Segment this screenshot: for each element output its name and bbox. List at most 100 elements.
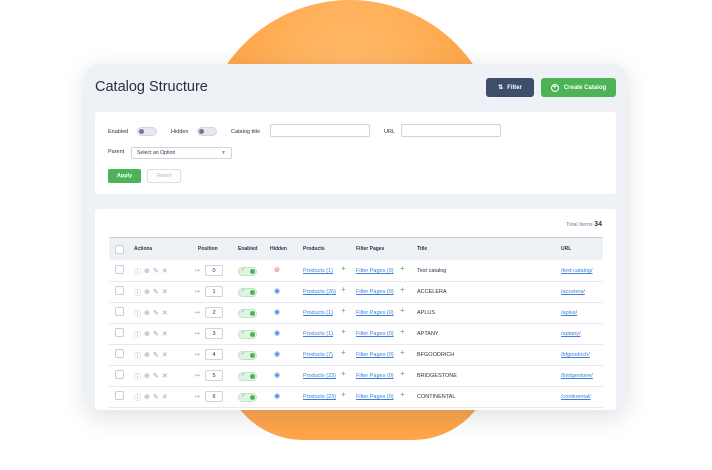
eye-icon[interactable]: ◉ [274, 287, 280, 295]
row-url-link[interactable]: /bridgestone/ [561, 373, 593, 379]
plus-icon[interactable]: + [400, 390, 405, 399]
plus-icon[interactable]: + [341, 327, 346, 336]
eye-icon[interactable]: ◉ [274, 329, 280, 337]
edit-icon[interactable]: ✎ [153, 393, 159, 403]
eye-off-icon[interactable]: ⊘ [274, 266, 280, 274]
edit-icon[interactable]: ✎ [153, 267, 159, 277]
close-icon[interactable]: ✕ [162, 267, 168, 277]
position-input[interactable]: 4 [205, 349, 223, 360]
reset-button[interactable]: Reset [147, 169, 181, 183]
zoom-icon[interactable]: ⊕ [144, 393, 150, 403]
info-icon[interactable]: ⓘ [134, 330, 141, 340]
row-url-link[interactable]: /bfgoodrich/ [561, 352, 590, 358]
info-icon[interactable]: ⓘ [134, 309, 141, 319]
info-icon[interactable]: ⓘ [134, 372, 141, 382]
plus-icon[interactable]: + [400, 264, 405, 273]
close-icon[interactable]: ✕ [162, 393, 168, 403]
filter-pages-link[interactable]: Filter Pages (0) [356, 394, 394, 400]
row-url-link[interactable]: /aptany/ [561, 331, 581, 337]
position-input[interactable]: 5 [205, 370, 223, 381]
enabled-toggle[interactable]: ✓ [238, 351, 257, 360]
products-link[interactable]: Products (1) [303, 331, 333, 337]
enabled-toggle[interactable]: ✓ [238, 309, 257, 318]
parent-select[interactable]: Select an Option ▼ [131, 147, 232, 159]
products-link[interactable]: Products (26) [303, 289, 336, 295]
zoom-icon[interactable]: ⊕ [144, 288, 150, 298]
plus-icon[interactable]: + [341, 390, 346, 399]
plus-icon[interactable]: + [400, 348, 405, 357]
position-input[interactable]: 6 [205, 391, 223, 402]
row-url-link[interactable]: /aplus/ [561, 310, 577, 316]
zoom-icon[interactable]: ⊕ [144, 330, 150, 340]
info-icon[interactable]: ⓘ [134, 393, 141, 403]
filter-pages-link[interactable]: Filter Pages (0) [356, 373, 394, 379]
edit-icon[interactable]: ✎ [153, 288, 159, 298]
position-input[interactable]: 2 [205, 307, 223, 318]
info-icon[interactable]: ⓘ [134, 267, 141, 277]
row-checkbox[interactable] [115, 370, 124, 379]
zoom-icon[interactable]: ⊕ [144, 267, 150, 277]
row-url-link[interactable]: /accelera/ [561, 289, 585, 295]
eye-icon[interactable]: ◉ [274, 308, 280, 316]
products-link[interactable]: Products (23) [303, 373, 336, 379]
hidden-filter-toggle[interactable] [197, 127, 217, 136]
row-checkbox[interactable] [115, 328, 124, 337]
products-link[interactable]: Products (7) [303, 352, 333, 358]
eye-icon[interactable]: ◉ [274, 371, 280, 379]
edit-icon[interactable]: ✎ [153, 309, 159, 319]
products-link[interactable]: Products (23) [303, 394, 336, 400]
plus-icon[interactable]: + [341, 369, 346, 378]
eye-icon[interactable]: ◉ [274, 392, 280, 400]
enabled-toggle[interactable]: ✓ [238, 330, 257, 339]
plus-icon[interactable]: + [400, 306, 405, 315]
row-url-link[interactable]: /test-catalog/ [561, 268, 593, 274]
row-checkbox[interactable] [115, 349, 124, 358]
plus-icon[interactable]: + [400, 327, 405, 336]
apply-button[interactable]: Apply [108, 169, 141, 183]
row-url-link[interactable]: /continental/ [561, 394, 591, 400]
enabled-filter-toggle[interactable] [137, 127, 157, 136]
row-checkbox[interactable] [115, 265, 124, 274]
plus-icon[interactable]: + [400, 285, 405, 294]
edit-icon[interactable]: ✎ [153, 330, 159, 340]
zoom-icon[interactable]: ⊕ [144, 372, 150, 382]
catalog-title-input[interactable] [270, 124, 370, 137]
filter-pages-link[interactable]: Filter Pages (0) [356, 268, 394, 274]
url-filter-input[interactable] [401, 124, 501, 137]
filter-pages-link[interactable]: Filter Pages (0) [356, 289, 394, 295]
filter-pages-link[interactable]: Filter Pages (0) [356, 352, 394, 358]
row-checkbox[interactable] [115, 391, 124, 400]
close-icon[interactable]: ✕ [162, 330, 168, 340]
info-icon[interactable]: ⓘ [134, 351, 141, 361]
enabled-toggle[interactable]: ✓ [238, 372, 257, 381]
eye-icon[interactable]: ◉ [274, 350, 280, 358]
plus-icon[interactable]: + [341, 348, 346, 357]
close-icon[interactable]: ✕ [162, 372, 168, 382]
position-input[interactable]: 3 [205, 328, 223, 339]
plus-icon[interactable]: + [341, 285, 346, 294]
edit-icon[interactable]: ✎ [153, 351, 159, 361]
products-link[interactable]: Products (1) [303, 268, 333, 274]
enabled-toggle[interactable]: ✓ [238, 267, 257, 276]
close-icon[interactable]: ✕ [162, 309, 168, 319]
row-checkbox[interactable] [115, 307, 124, 316]
position-input[interactable]: 0 [205, 265, 223, 276]
edit-icon[interactable]: ✎ [153, 372, 159, 382]
plus-icon[interactable]: + [341, 264, 346, 273]
position-input[interactable]: 1 [205, 286, 223, 297]
info-icon[interactable]: ⓘ [134, 288, 141, 298]
products-link[interactable]: Products (1) [303, 310, 333, 316]
enabled-toggle[interactable]: ✓ [238, 288, 257, 297]
filter-pages-link[interactable]: Filter Pages (0) [356, 331, 394, 337]
close-icon[interactable]: ✕ [162, 351, 168, 361]
row-checkbox[interactable] [115, 286, 124, 295]
close-icon[interactable]: ✕ [162, 288, 168, 298]
filter-button[interactable]: ⇅ Filter [486, 78, 534, 97]
plus-icon[interactable]: + [400, 369, 405, 378]
create-catalog-button[interactable]: + Create Catalog [541, 78, 616, 97]
plus-icon[interactable]: + [341, 306, 346, 315]
zoom-icon[interactable]: ⊕ [144, 351, 150, 361]
filter-pages-link[interactable]: Filter Pages (0) [356, 310, 394, 316]
enabled-toggle[interactable]: ✓ [238, 393, 257, 402]
zoom-icon[interactable]: ⊕ [144, 309, 150, 319]
